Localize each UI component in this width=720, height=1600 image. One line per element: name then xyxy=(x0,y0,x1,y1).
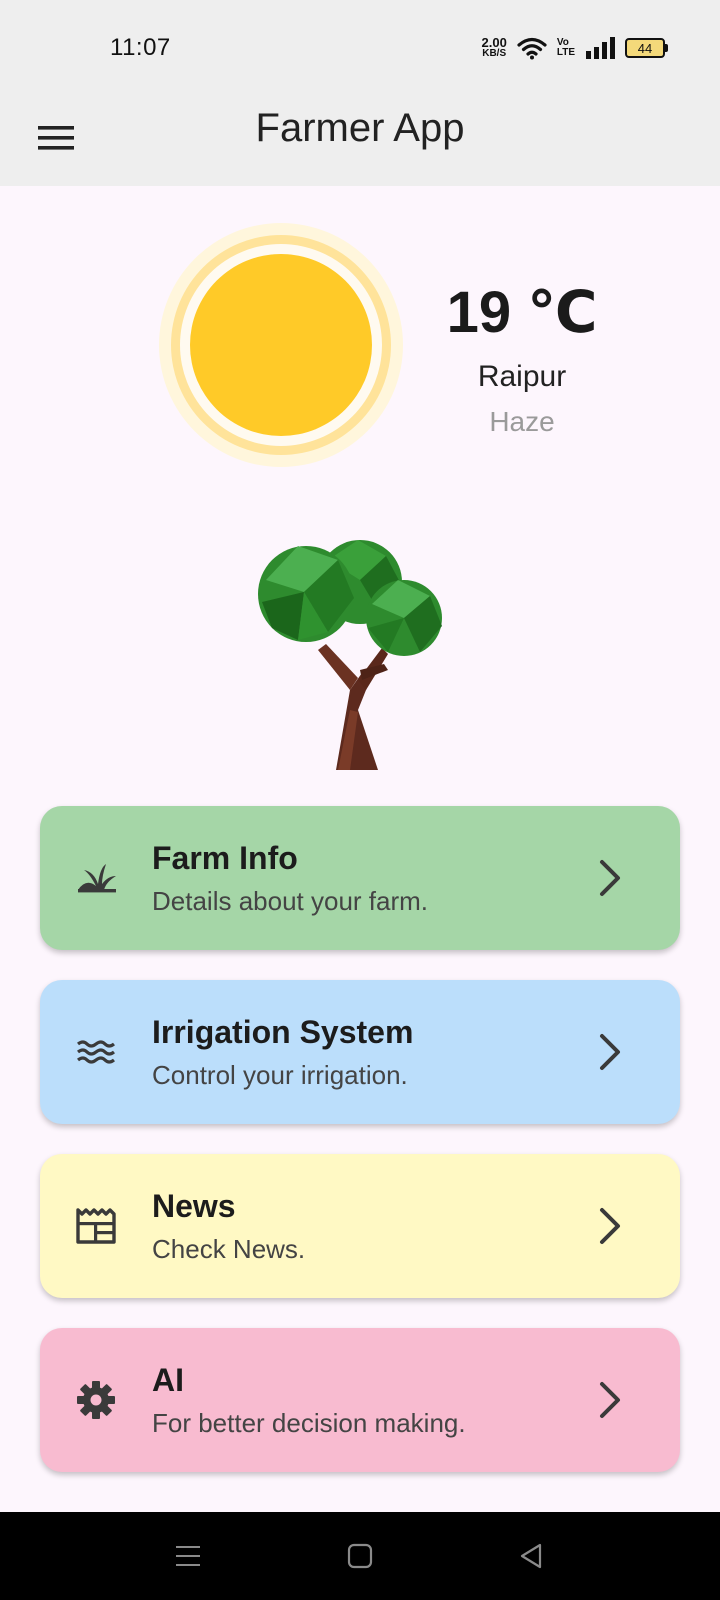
system-nav-bar xyxy=(0,1512,720,1600)
home-icon[interactable] xyxy=(342,1538,378,1574)
card-title: Irrigation System xyxy=(152,1014,414,1050)
status-bar: 11:07 2.00 KB/S Vo LTE 44 xyxy=(0,0,720,88)
grass-icon xyxy=(78,864,116,893)
card-title: News xyxy=(152,1188,236,1224)
volte-bottom: LTE xyxy=(556,47,575,58)
chevron-right-icon xyxy=(600,1382,620,1418)
gear-icon xyxy=(77,1381,115,1419)
card-ai[interactable]: AI For better decision making. xyxy=(40,1328,680,1472)
card-subtitle: Control your irrigation. xyxy=(152,1060,408,1090)
network-speed-value: 2.00 xyxy=(481,35,507,50)
card-subtitle: Check News. xyxy=(152,1234,306,1264)
card-irrigation-system[interactable]: Irrigation System Control your irrigatio… xyxy=(40,980,680,1124)
network-speed: 2.00 KB/S xyxy=(481,35,507,59)
card-title: AI xyxy=(152,1362,184,1398)
card-subtitle: For better decision making. xyxy=(152,1408,466,1438)
status-time: 11:07 xyxy=(110,34,171,61)
waves-icon xyxy=(77,1040,115,1064)
tree-icon xyxy=(258,540,442,770)
newspaper-icon xyxy=(76,1208,116,1244)
network-speed-unit: KB/S xyxy=(482,48,507,59)
sun-icon xyxy=(159,223,403,467)
chevron-right-icon xyxy=(600,860,620,896)
card-farm-info[interactable]: Farm Info Details about your farm. xyxy=(40,806,680,950)
recents-icon[interactable] xyxy=(170,1538,206,1574)
temperature: 19 ℃ xyxy=(446,280,598,345)
app-bar: Farmer App xyxy=(0,88,720,186)
weather-condition: Haze xyxy=(489,406,555,437)
card-title: Farm Info xyxy=(152,840,298,876)
status-icons: 2.00 KB/S Vo LTE 44 xyxy=(482,34,668,62)
signal-icon xyxy=(586,37,615,59)
back-icon[interactable] xyxy=(514,1538,550,1574)
chevron-right-icon xyxy=(600,1208,620,1244)
volte-indicator: Vo LTE xyxy=(557,38,575,58)
battery-icon: 44 xyxy=(625,38,668,58)
city-name: Raipur xyxy=(477,360,567,393)
chevron-right-icon xyxy=(600,1034,620,1070)
wifi-icon xyxy=(517,37,547,60)
card-subtitle: Details about your farm. xyxy=(152,886,429,916)
battery-tip xyxy=(665,44,668,52)
card-news[interactable]: News Check News. xyxy=(40,1154,680,1298)
page-title: Farmer App xyxy=(255,106,465,150)
battery-level: 44 xyxy=(625,38,665,58)
